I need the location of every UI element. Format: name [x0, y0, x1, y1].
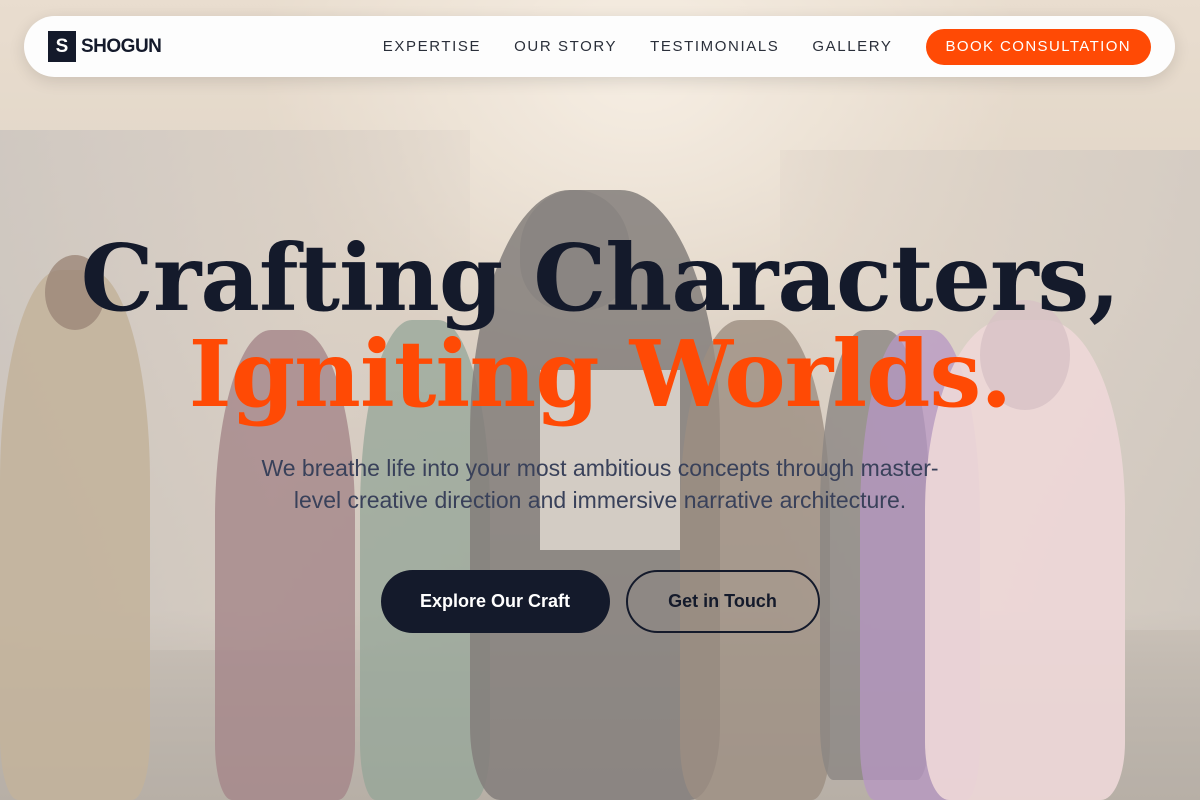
hero-actions: Explore Our Craft Get in Touch [0, 570, 1200, 633]
nav-link-gallery[interactable]: GALLERY [812, 38, 892, 55]
brand-logo[interactable]: S SHOGUN [48, 31, 162, 62]
book-consultation-button[interactable]: BOOK CONSULTATION [925, 28, 1151, 65]
logo-wordmark: SHOGUN [81, 35, 162, 57]
explore-our-craft-button[interactable]: Explore Our Craft [380, 570, 610, 633]
hero-section: Crafting Characters, Igniting Worlds. We… [0, 230, 1200, 633]
hero-subtitle: We breathe life into your most ambitious… [261, 455, 939, 513]
top-navigation-bar: S SHOGUN EXPERTISE OUR STORY TESTIMONIAL… [24, 16, 1175, 77]
nav-link-our-story[interactable]: OUR STORY [514, 38, 617, 55]
nav-links: EXPERTISE OUR STORY TESTIMONIALS GALLERY… [383, 28, 1151, 65]
nav-link-testimonials[interactable]: TESTIMONIALS [650, 38, 779, 55]
logo-mark: S [48, 31, 76, 62]
hero-title-line1: Crafting Characters, [80, 224, 1121, 332]
get-in-touch-button[interactable]: Get in Touch [625, 570, 820, 633]
hero-title-line2: Igniting Worlds. [188, 320, 1013, 428]
nav-link-expertise[interactable]: EXPERTISE [383, 38, 481, 55]
